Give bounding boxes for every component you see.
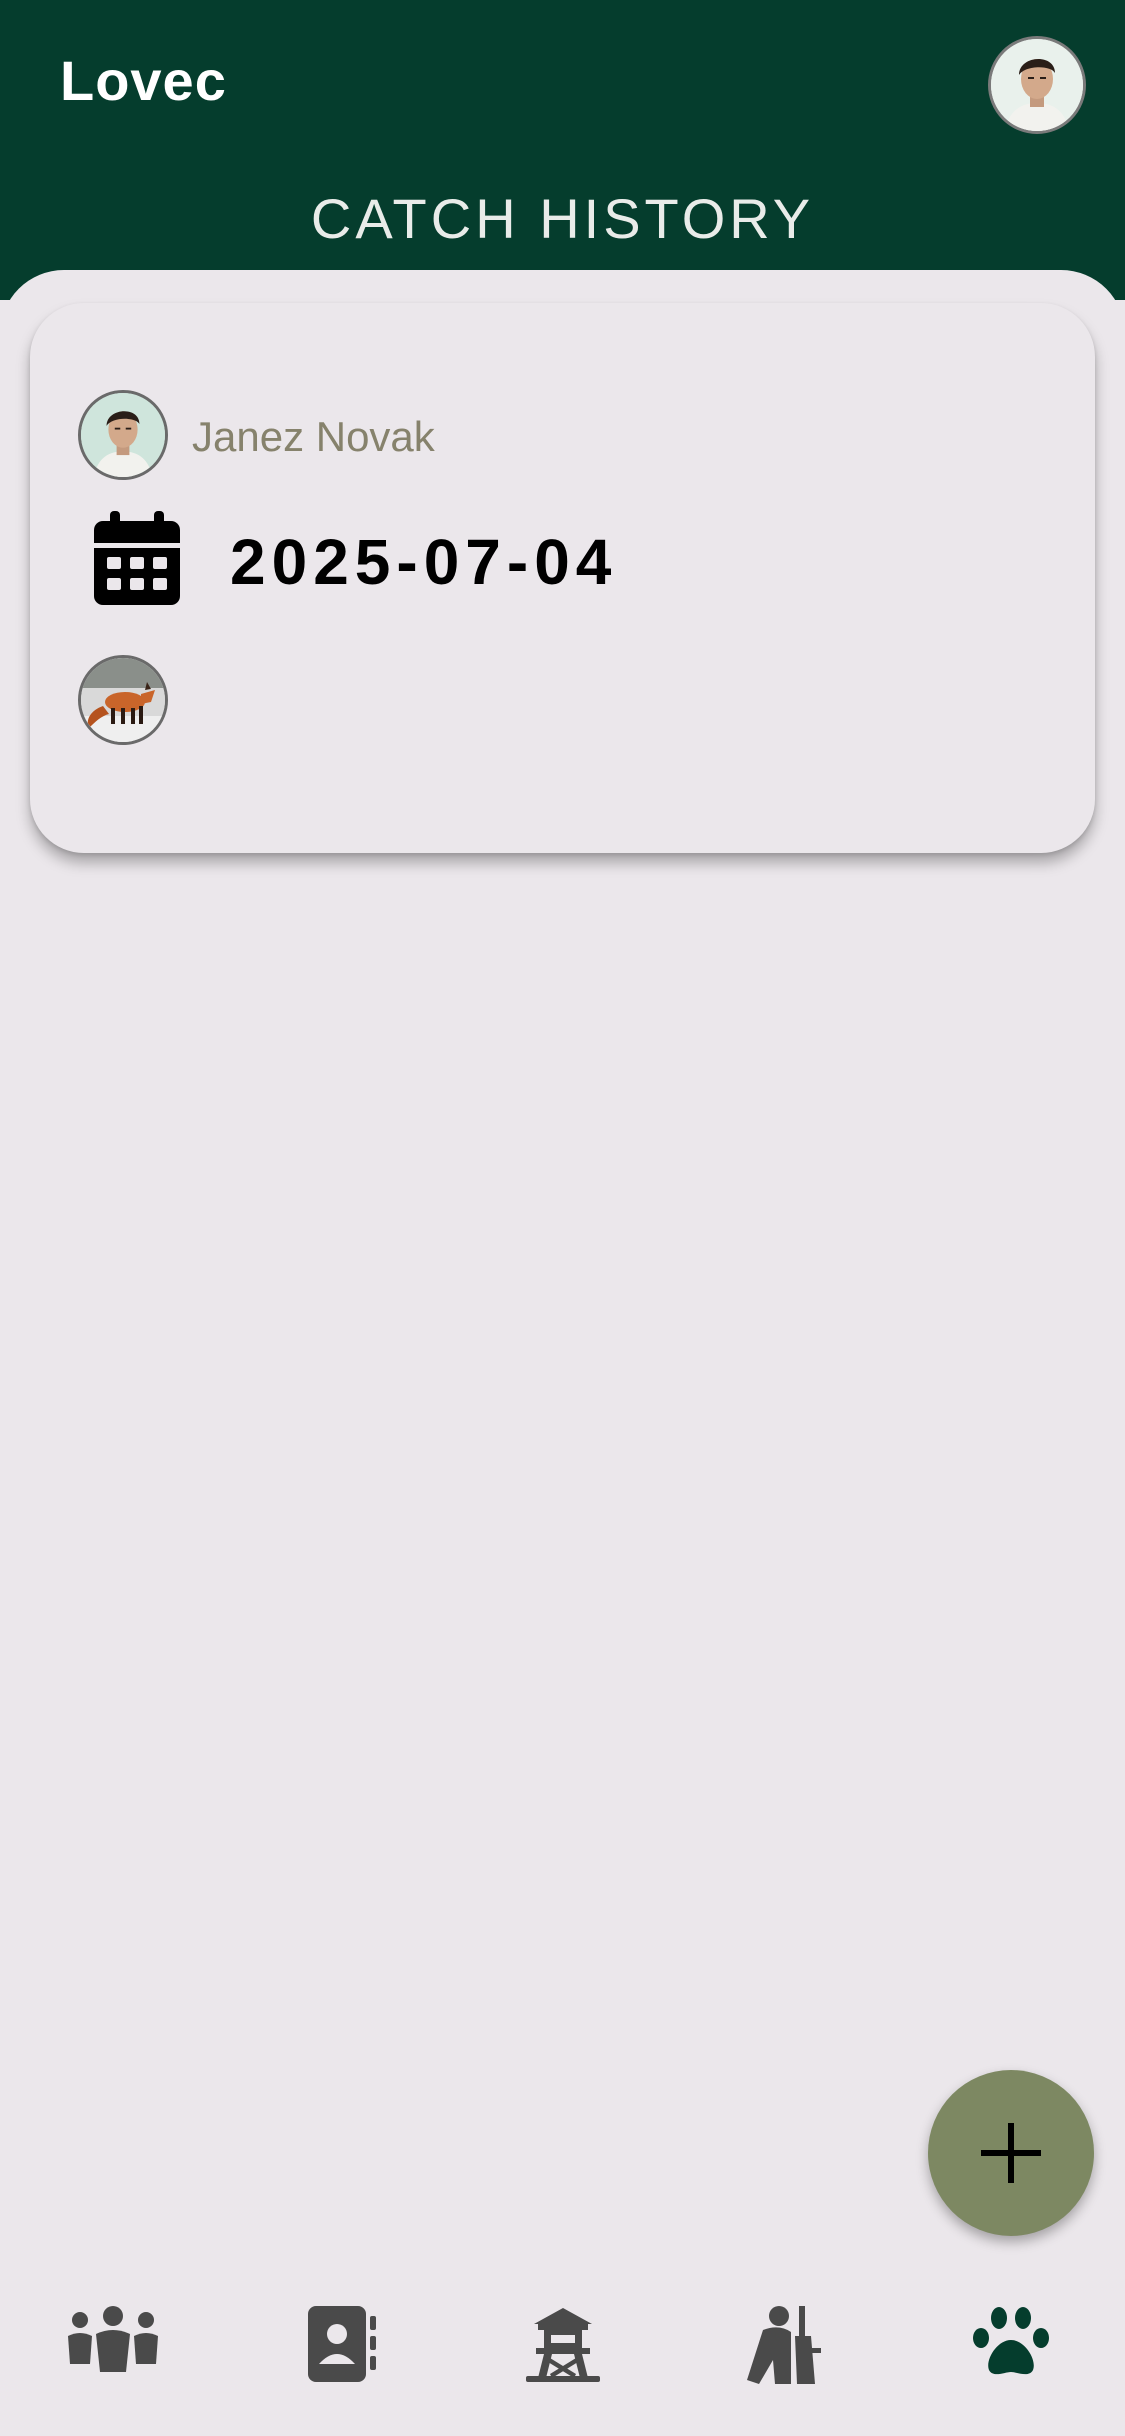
person-photo-icon — [991, 39, 1083, 131]
profile-avatar[interactable] — [988, 36, 1086, 134]
watchtower-icon — [526, 2308, 600, 2382]
user-avatar — [78, 390, 168, 480]
catch-date: 2025-07-04 — [230, 526, 618, 598]
nav-item-catches[interactable] — [956, 2306, 1066, 2396]
app-header: Lovec CATCH HISTORY — [0, 0, 1125, 300]
page-title: CATCH HISTORY — [310, 187, 815, 250]
calendar-icon — [94, 511, 180, 605]
catch-card[interactable]: Janez Novak 2025-07-04 — [30, 303, 1095, 853]
app-title: Lovec — [60, 49, 227, 112]
user-name: Janez Novak — [192, 413, 435, 460]
contacts-icon — [308, 2306, 376, 2382]
hunter-icon — [747, 2306, 821, 2384]
paw-icon — [973, 2307, 1049, 2375]
nav-item-watchtower[interactable] — [508, 2306, 618, 2396]
fox-photo-icon — [81, 658, 165, 742]
add-catch-button[interactable] — [928, 2070, 1094, 2236]
nav-item-group[interactable] — [58, 2306, 168, 2396]
bottom-navigation — [0, 2266, 1125, 2436]
group-icon — [68, 2306, 158, 2372]
animal-thumbnail — [78, 655, 168, 745]
nav-item-hunter[interactable] — [730, 2306, 840, 2396]
person-photo-icon — [81, 393, 165, 477]
plus-icon — [981, 2123, 1041, 2183]
nav-item-contacts[interactable] — [286, 2306, 396, 2396]
